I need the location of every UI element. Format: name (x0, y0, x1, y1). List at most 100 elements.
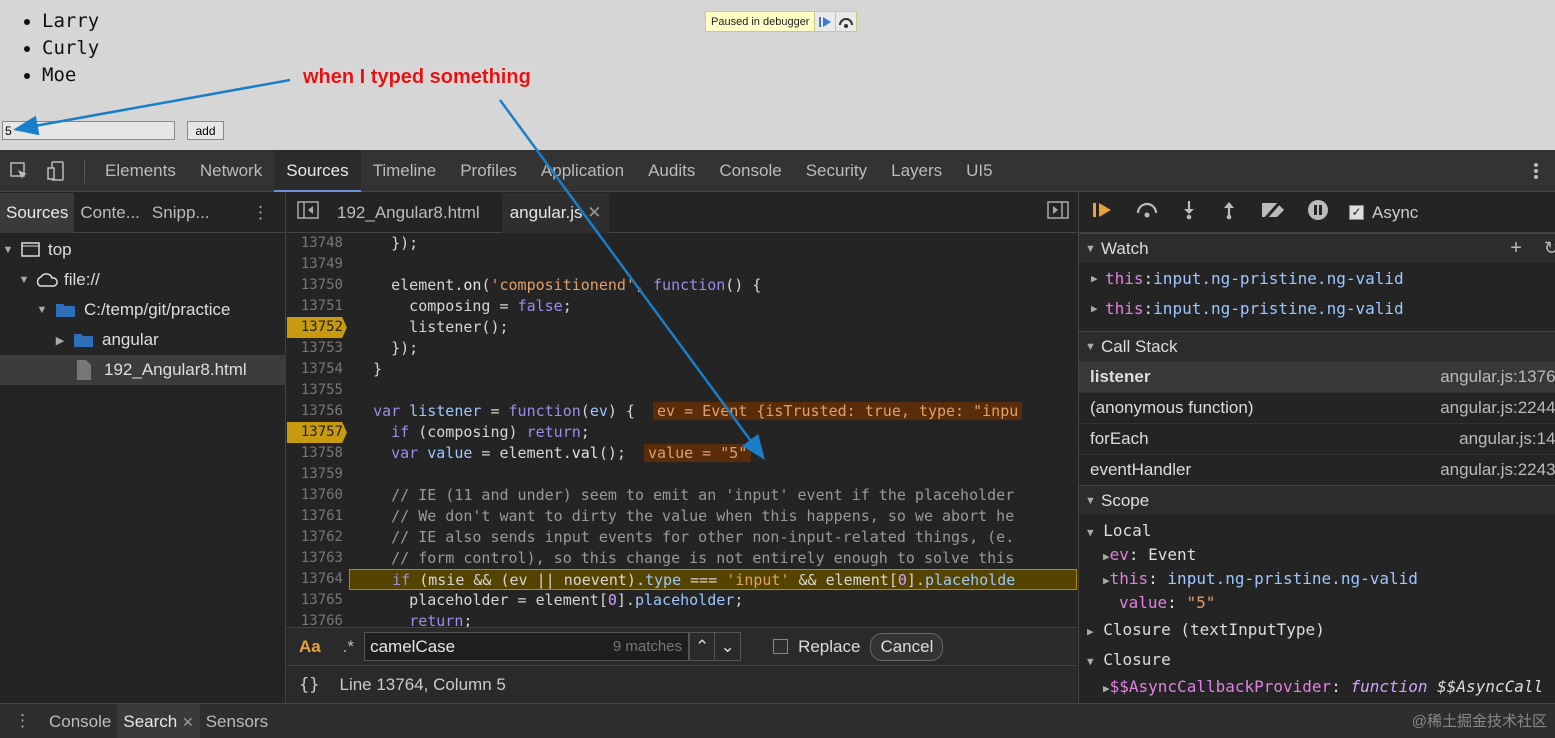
tab-ui5[interactable]: UI5 (954, 150, 1004, 192)
match-case-toggle[interactable]: Aa (287, 637, 333, 657)
frame-location[interactable]: angular.js:22431 (1440, 460, 1555, 480)
line-number[interactable]: 13761 (287, 506, 347, 527)
tab-layers[interactable]: Layers (879, 150, 954, 192)
step-over-icon[interactable] (1135, 200, 1159, 225)
line-number[interactable]: 13762 (287, 527, 347, 548)
chevron-up-icon[interactable]: ⌃ (689, 632, 716, 661)
line-number[interactable]: 13756 (287, 401, 347, 422)
list-item: Curly (42, 35, 99, 62)
tree-item-top[interactable]: ▼ top (0, 235, 286, 265)
frame-location[interactable]: angular.js:148 (1459, 429, 1555, 449)
line-number[interactable]: 13753 (287, 338, 347, 359)
line-number[interactable]: 13754 (287, 359, 347, 380)
scope-local[interactable]: ▼ Local (1079, 518, 1555, 543)
line-number[interactable]: 13748 (287, 233, 347, 254)
more-vert-icon[interactable] (1517, 150, 1555, 192)
search-field[interactable]: camelCase 9 matches (364, 632, 690, 661)
add-button[interactable]: add (187, 121, 224, 140)
line-number[interactable]: 13764 (287, 569, 347, 590)
watch-expression[interactable]: ▶ this: input.ng-pristine.ng-valid (1079, 263, 1555, 293)
resume-icon[interactable] (1091, 200, 1115, 225)
file-tab-angular[interactable]: angular.js ✕ (501, 192, 610, 233)
watch-expression[interactable]: ▶ this: input.ng-pristine.ng-valid (1079, 293, 1555, 323)
current-execution-line: if (msie && (ev || noevent).type === 'in… (349, 569, 1077, 590)
breakpoint-line-number[interactable]: 13757 (287, 422, 347, 443)
regex-toggle[interactable]: .* (333, 637, 364, 657)
step-over-icon[interactable] (835, 12, 857, 31)
tab-profiles[interactable]: Profiles (448, 150, 529, 192)
close-icon[interactable]: ✕ (587, 203, 601, 222)
tree-item-folder-angular[interactable]: ▶ angular (0, 325, 286, 355)
toggle-debugger-icon[interactable] (1047, 201, 1077, 224)
scope-property[interactable]: ▶this: input.ng-pristine.ng-valid (1079, 567, 1555, 591)
tree-item-folder-practice[interactable]: ▼ C:/temp/git/practice (0, 295, 286, 325)
scope-closure[interactable]: ▼ Closure (1079, 645, 1555, 675)
inline-value-ev: ev = Event {isTrusted: true, type: "inpu (653, 402, 1023, 420)
chevron-down-icon[interactable]: ⌄ (715, 632, 742, 661)
add-watch-icon[interactable]: + (1510, 237, 1522, 260)
code-view[interactable]: 13748 13749 13750 13751 13752 13753 1375… (287, 233, 1077, 627)
watch-section-header[interactable]: ▼ Watch + ↻ (1079, 233, 1555, 263)
line-number[interactable]: 13755 (287, 380, 347, 401)
tab-network[interactable]: Network (188, 150, 274, 192)
close-icon[interactable]: ✕ (182, 714, 194, 730)
replace-checkbox[interactable] (773, 639, 789, 654)
tab-sources[interactable]: Sources (274, 149, 361, 192)
inspect-element-icon[interactable] (0, 150, 38, 192)
refresh-icon[interactable]: ↻ (1544, 238, 1555, 259)
scope-property[interactable]: ▶$$AsyncCallbackProvider: function $$Asy… (1079, 675, 1555, 699)
scope-property[interactable]: ▶ev: Event (1079, 543, 1555, 567)
line-number[interactable]: 13749 (287, 254, 347, 275)
tab-application[interactable]: Application (529, 150, 636, 192)
callstack-frame[interactable]: eventHandler angular.js:22431 (1079, 454, 1555, 485)
line-number[interactable]: 13750 (287, 275, 347, 296)
line-number[interactable]: 13759 (287, 464, 347, 485)
resume-icon[interactable] (814, 12, 836, 31)
async-checkbox[interactable]: ✓ Async (1349, 203, 1418, 223)
line-number[interactable]: 13758 (287, 443, 347, 464)
more-vert-icon[interactable]: ⋮ (252, 203, 285, 223)
scope-closure[interactable]: ▶ Closure (textInputType) (1079, 615, 1555, 645)
scope-section-header[interactable]: ▼ Scope (1079, 485, 1555, 515)
line-number[interactable]: 13751 (287, 296, 347, 317)
callstack-section-header[interactable]: ▼ Call Stack (1079, 331, 1555, 361)
tree-item-file[interactable]: ▼ file:// (0, 265, 286, 295)
tab-console[interactable]: Console (707, 150, 793, 192)
breakpoint-line-number[interactable]: 13752 (287, 317, 347, 338)
drawer-tab-search[interactable]: Search ✕ (117, 703, 200, 738)
line-number[interactable]: 13765 (287, 590, 347, 611)
pause-on-exceptions-icon[interactable] (1307, 199, 1329, 226)
nav-tab-snippets[interactable]: Snipp... (146, 193, 216, 233)
tab-timeline[interactable]: Timeline (361, 150, 449, 192)
frame-location[interactable]: angular.js:22446 (1440, 398, 1555, 418)
device-mode-icon[interactable] (38, 150, 76, 192)
toggle-navigator-icon[interactable] (287, 201, 329, 224)
tab-elements[interactable]: Elements (93, 150, 188, 192)
drawer-tab-sensors[interactable]: Sensors (200, 704, 274, 738)
cancel-button[interactable]: Cancel (870, 632, 944, 661)
tab-audits[interactable]: Audits (636, 150, 707, 192)
nav-tab-content-scripts[interactable]: Conte... (74, 193, 146, 233)
callstack-frame-selected[interactable]: listener angular.js:13764 (1079, 361, 1555, 392)
step-out-icon[interactable] (1219, 200, 1239, 225)
tab-security[interactable]: Security (794, 150, 879, 192)
drawer-tab-console[interactable]: Console (43, 704, 117, 738)
pretty-print-icon[interactable]: {} (287, 675, 339, 695)
frame-location[interactable]: angular.js:13764 (1440, 367, 1555, 387)
tree-item-file-html[interactable]: 192_Angular8.html (0, 355, 286, 385)
more-vert-icon[interactable]: ⋮ (0, 711, 43, 731)
line-number[interactable]: 13760 (287, 485, 347, 506)
line-number[interactable]: 13763 (287, 548, 347, 569)
deactivate-breakpoints-icon[interactable] (1259, 200, 1287, 225)
step-into-icon[interactable] (1179, 200, 1199, 225)
callstack-frame[interactable]: (anonymous function) angular.js:22446 (1079, 392, 1555, 423)
callstack-frame[interactable]: forEach angular.js:148 (1079, 423, 1555, 454)
text-input[interactable] (2, 121, 175, 140)
code-line: }); (355, 339, 419, 357)
file-tab-html[interactable]: 192_Angular8.html (329, 193, 488, 233)
line-number[interactable]: 13766 (287, 611, 347, 627)
scope-property[interactable]: value: "5" (1079, 591, 1555, 615)
nav-tab-sources[interactable]: Sources (0, 192, 75, 233)
